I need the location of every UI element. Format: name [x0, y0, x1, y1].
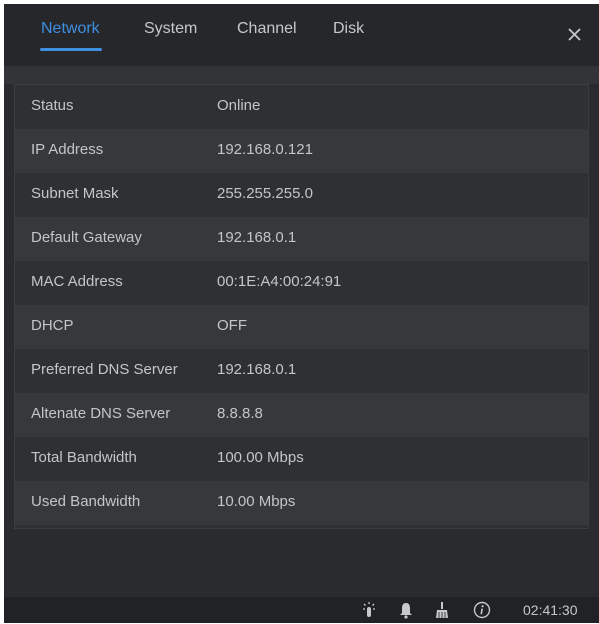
row-label: MAC Address	[31, 273, 123, 290]
touch-button[interactable]	[360, 601, 378, 619]
row-value: 192.168.0.121	[217, 141, 313, 158]
info-button[interactable]	[473, 601, 491, 619]
tab-network[interactable]: Network	[41, 20, 100, 38]
active-tab-indicator	[40, 48, 102, 51]
row-value: 10.00 Mbps	[217, 493, 296, 510]
row-label: Total Bandwidth	[31, 449, 137, 466]
row-label: Subnet Mask	[31, 185, 119, 202]
network-info-table: Status Online IP Address 192.168.0.121 S…	[14, 84, 589, 529]
row-value: OFF	[217, 317, 247, 334]
touch-icon	[363, 602, 375, 617]
info-row-total-bandwidth: Total Bandwidth 100.00 Mbps	[15, 437, 588, 481]
row-value: Online	[217, 97, 261, 114]
row-label: IP Address	[31, 141, 104, 158]
clear-broom-icon	[436, 602, 448, 618]
row-value: 8.8.8.8	[217, 405, 263, 422]
close-icon	[568, 28, 581, 41]
info-icon	[473, 601, 491, 619]
network-info-dialog: Network System Channel Disk Status Onlin…	[4, 4, 599, 597]
info-row-alternate-dns: Altenate DNS Server 8.8.8.8	[15, 393, 588, 437]
close-button[interactable]	[563, 22, 587, 46]
info-row-status: Status Online	[15, 85, 588, 129]
row-label: DHCP	[31, 317, 74, 334]
tab-disk[interactable]: Disk	[333, 20, 364, 38]
info-row-subnet-mask: Subnet Mask 255.255.255.0	[15, 173, 588, 217]
tab-system[interactable]: System	[144, 20, 197, 38]
row-label: Used Bandwidth	[31, 493, 141, 510]
row-label: Preferred DNS Server	[31, 361, 178, 378]
row-value: 192.168.0.1	[217, 361, 297, 378]
row-label: Status	[31, 97, 74, 114]
taskbar: 02:41:30	[4, 597, 599, 623]
row-value: 255.255.255.0	[217, 185, 313, 202]
row-value: 100.00 Mbps	[217, 449, 304, 466]
alarm-button[interactable]	[397, 601, 415, 619]
alarm-bell-icon	[400, 603, 412, 619]
row-value: 192.168.0.1	[217, 229, 297, 246]
info-row-default-gateway: Default Gateway 192.168.0.1	[15, 217, 588, 261]
tab-bar: Network System Channel Disk	[4, 4, 599, 66]
clock: 02:41:30	[523, 602, 578, 618]
info-row-preferred-dns: Preferred DNS Server 192.168.0.1	[15, 349, 588, 393]
row-value: 00:1E:A4:00:24:91	[217, 273, 342, 290]
row-label: Altenate DNS Server	[31, 405, 171, 422]
info-row-ip-address: IP Address 192.168.0.121	[15, 129, 588, 173]
info-row-used-bandwidth: Used Bandwidth 10.00 Mbps	[15, 481, 588, 525]
info-row-dhcp: DHCP OFF	[15, 305, 588, 349]
info-row-mac-address: MAC Address 00:1E:A4:00:24:91	[15, 261, 588, 305]
row-label: Default Gateway	[31, 229, 142, 246]
tab-channel[interactable]: Channel	[237, 20, 297, 38]
clear-button[interactable]	[433, 601, 451, 619]
header-strip	[4, 66, 599, 84]
